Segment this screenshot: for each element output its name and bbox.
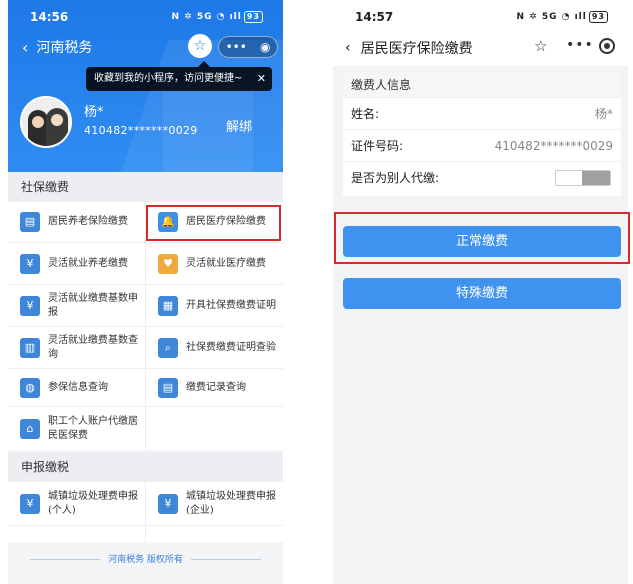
name-label: 姓名: bbox=[351, 107, 380, 121]
screenshot-root: 14:56 N ✲ 5G ◔ ıll 93 ‹ 河南税务 ☆ ••• ◉ 收藏到我… bbox=[0, 0, 633, 584]
grid-item-label: 开具社保费缴费证明 bbox=[186, 299, 276, 311]
yuan-icon: ¥ bbox=[158, 493, 178, 514]
grid-item-label: 城镇垃圾处理费申报(企业) bbox=[186, 490, 276, 516]
header-banner: 14:56 N ✲ 5G ◔ ıll 93 ‹ 河南税务 ☆ ••• ◉ 收藏到我… bbox=[8, 0, 283, 172]
grid-item-flex-medical[interactable]: ♥ 灵活就业医疗缴费 bbox=[146, 243, 283, 285]
grid-item-garbage-fee-personal[interactable]: ¥ 城镇垃圾处理费申报(个人) bbox=[8, 482, 145, 526]
avatar-face bbox=[32, 116, 44, 128]
right-phone-screen: 14:57 N ✲ 5G ◔ ıll 93 ‹ 居民医疗保险缴费 ☆ ••• 缴费… bbox=[333, 0, 628, 584]
grid-item-label: 居民养老保险缴费 bbox=[48, 216, 128, 227]
grid-item-label: 缴费记录查询 bbox=[186, 381, 246, 393]
proxy-pay-toggle[interactable] bbox=[555, 170, 611, 186]
top-bar: 14:57 N ✲ 5G ◔ ıll 93 ‹ 居民医疗保险缴费 ☆ ••• bbox=[333, 0, 628, 66]
avatar-face bbox=[51, 114, 63, 126]
proxy-pay-row: 是否为别人代缴: bbox=[343, 162, 621, 194]
yuan-icon: ¥ bbox=[20, 253, 40, 274]
status-signal-icons: N ✲ 5G ◔ ıll 93 bbox=[516, 11, 608, 23]
user-name: 杨* bbox=[84, 105, 104, 120]
grid-item-label: 灵活就业缴费基数申报 bbox=[48, 292, 138, 318]
highlight-box bbox=[146, 205, 281, 241]
records-icon: ▤ bbox=[158, 377, 178, 398]
close-miniprogram-icon[interactable] bbox=[599, 38, 615, 54]
page-title: 河南税务 bbox=[36, 40, 93, 56]
grid-item-label: 灵活就业医疗缴费 bbox=[186, 257, 266, 269]
copyright-footer: 河南税务 版权所有 bbox=[8, 552, 283, 565]
close-icon[interactable]: ✕ bbox=[257, 67, 266, 91]
grid-item-label: 参保信息查询 bbox=[48, 381, 108, 393]
proxy-pay-label: 是否为别人代缴: bbox=[351, 171, 440, 185]
user-id-number: 410482*******0029 bbox=[84, 124, 198, 137]
payer-name-row: 姓名: 杨* bbox=[343, 98, 621, 130]
grid-item-label: 灵活就业缴费基数查询 bbox=[48, 334, 138, 360]
battery-icon: 93 bbox=[243, 11, 263, 23]
star-icon[interactable]: ☆ bbox=[188, 34, 212, 58]
nav-bar-title: ‹ 河南税务 bbox=[22, 37, 92, 57]
status-time: 14:57 bbox=[355, 10, 394, 24]
grid-item-garbage-fee-company[interactable]: ¥ 城镇垃圾处理费申报(企业) bbox=[146, 482, 283, 526]
grid-item-certificate-verify[interactable]: ⌕ 社保费缴费证明查验 bbox=[146, 327, 283, 369]
status-signal-icons: N ✲ 5G ◔ ıll 93 bbox=[171, 11, 263, 23]
more-icon[interactable]: ••• bbox=[566, 37, 594, 53]
payer-id-row: 证件号码: 410482*******0029 bbox=[343, 130, 621, 162]
pension-icon: ▤ bbox=[20, 212, 40, 232]
grid-item-label: 社保费缴费证明查验 bbox=[186, 341, 276, 353]
battery-icon: 93 bbox=[588, 11, 608, 23]
grid-item-label: 灵活就业养老缴费 bbox=[48, 257, 128, 269]
unbind-button[interactable]: 解绑 bbox=[226, 116, 252, 135]
grid-item-insured-info[interactable]: ◍ 参保信息查询 bbox=[8, 369, 145, 407]
more-icon[interactable]: ••• bbox=[226, 40, 247, 54]
left-phone-screen: 14:56 N ✲ 5G ◔ ıll 93 ‹ 河南税务 ☆ ••• ◉ 收藏到我… bbox=[8, 0, 283, 584]
search-doc-icon: ⌕ bbox=[158, 337, 178, 358]
toggle-knob bbox=[582, 171, 610, 185]
house-icon: ⌂ bbox=[20, 418, 40, 439]
signal-icon: N ✲ 5G ◔ ıll bbox=[516, 12, 587, 22]
payer-info-header: 缴费人信息 bbox=[343, 72, 621, 98]
status-time: 14:56 bbox=[30, 10, 69, 24]
chart-icon: ▥ bbox=[20, 337, 40, 358]
grid-item-flex-pension[interactable]: ¥ 灵活就业养老缴费 bbox=[8, 243, 145, 285]
signal-icon: N ✲ 5G ◔ ıll bbox=[171, 12, 242, 22]
grid-item-label: 城镇垃圾处理费申报(个人) bbox=[48, 490, 138, 516]
miniprogram-capsule: ••• ◉ bbox=[218, 36, 278, 58]
tooltip-text: 收藏到我的小程序，访问更便捷~ bbox=[94, 73, 243, 84]
name-value: 杨* bbox=[594, 107, 613, 121]
status-bar: 14:56 N ✲ 5G ◔ ıll 93 bbox=[8, 8, 283, 28]
yuan-icon: ¥ bbox=[20, 295, 40, 316]
tax-declare-grid: ¥ 城镇垃圾处理费申报(个人) ¥ 城镇垃圾处理费申报(企业) bbox=[8, 482, 283, 542]
grid-item-base-query[interactable]: ▥ 灵活就业缴费基数查询 bbox=[8, 327, 145, 369]
close-miniprogram-icon[interactable]: ◉ bbox=[260, 40, 270, 54]
back-icon[interactable]: ‹ bbox=[345, 40, 351, 56]
id-label: 证件号码: bbox=[351, 139, 404, 153]
yuan-icon: ¥ bbox=[20, 493, 40, 514]
favorite-tooltip: 收藏到我的小程序，访问更便捷~ ✕ bbox=[86, 67, 272, 91]
heart-hands-icon: ♥ bbox=[158, 253, 178, 274]
avatar bbox=[20, 96, 72, 148]
grid-item-account-proxy-pay[interactable]: ⌂ 职工个人账户代缴居民医保费 bbox=[8, 407, 145, 450]
grid-item-label: 职工个人账户代缴居民医保费 bbox=[48, 415, 138, 441]
grid-item-payment-certificate[interactable]: ▦ 开具社保费缴费证明 bbox=[146, 285, 283, 327]
printer-icon: ▦ bbox=[158, 295, 178, 316]
highlight-box bbox=[334, 212, 630, 264]
status-bar: 14:57 N ✲ 5G ◔ ıll 93 bbox=[333, 8, 628, 28]
back-icon[interactable]: ‹ bbox=[22, 38, 28, 57]
page-title: 居民医疗保险缴费 bbox=[360, 41, 473, 57]
nav-bar-title: ‹ 居民医疗保险缴费 bbox=[345, 38, 473, 58]
grid-item-payment-records[interactable]: ▤ 缴费记录查询 bbox=[146, 369, 283, 407]
section-title-tax-declare: 申报缴税 bbox=[8, 452, 283, 482]
info-icon: ◍ bbox=[20, 377, 40, 398]
star-icon[interactable]: ☆ bbox=[534, 37, 547, 55]
special-payment-button[interactable]: 特殊缴费 bbox=[343, 278, 621, 309]
grid-item-base-declare[interactable]: ¥ 灵活就业缴费基数申报 bbox=[8, 285, 145, 327]
payer-info-card: 缴费人信息 姓名: 杨* 证件号码: 410482*******0029 是否为… bbox=[343, 72, 621, 196]
section-title-social-insurance: 社保缴费 bbox=[8, 172, 283, 202]
grid-item-resident-pension[interactable]: ▤ 居民养老保险缴费 bbox=[8, 202, 145, 243]
id-value: 410482*******0029 bbox=[494, 139, 613, 153]
